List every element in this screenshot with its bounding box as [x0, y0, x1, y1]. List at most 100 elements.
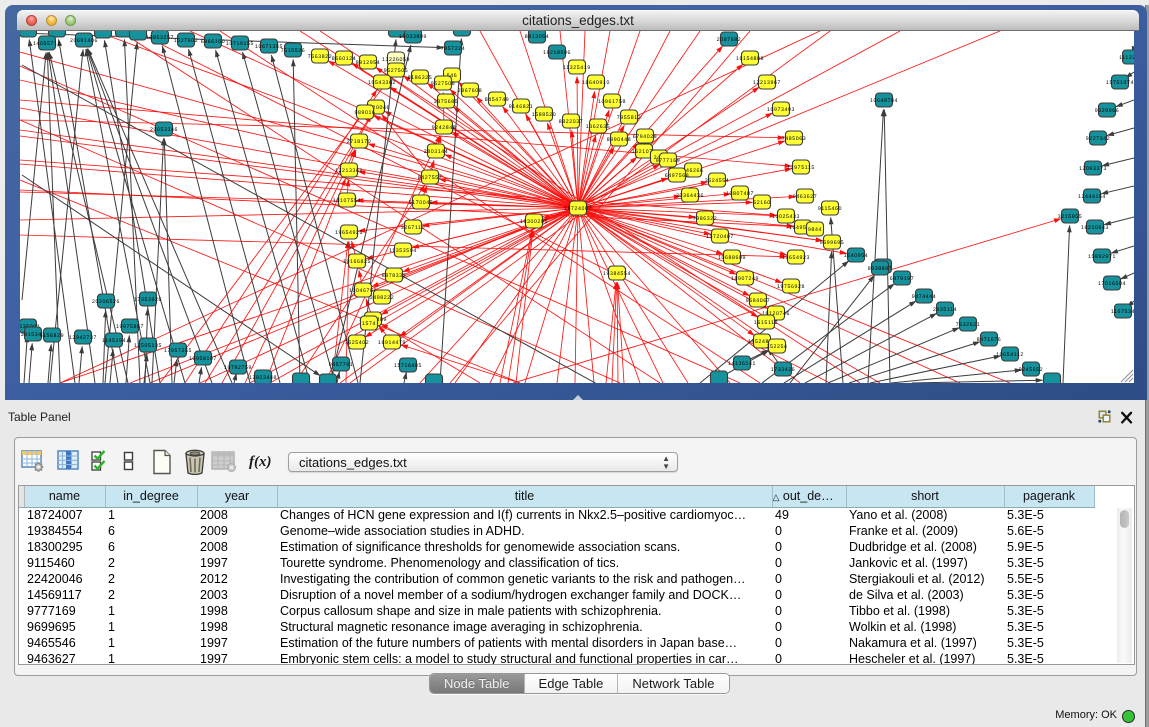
edge-red[interactable]: [578, 208, 594, 383]
table-row[interactable]: 1456911722003Disruption of a novel membe…: [19, 587, 1094, 603]
graph-node[interactable]: [293, 373, 310, 383]
edge-black[interactable]: [912, 380, 1043, 383]
function-builder-icon[interactable]: f(x): [249, 454, 272, 471]
graph-node[interactable]: 8471676: [977, 332, 1002, 346]
graph-node[interactable]: 7625402: [345, 335, 370, 349]
edge-black[interactable]: [404, 372, 406, 383]
edge-black[interactable]: [868, 109, 883, 383]
edge-black[interactable]: [1102, 158, 1134, 166]
graph-node[interactable]: 1167534: [1111, 304, 1134, 318]
graph-node[interactable]: 252254: [766, 339, 787, 353]
edge-black[interactable]: [805, 313, 937, 383]
edge-black[interactable]: [884, 109, 890, 383]
graph-node[interactable]: 1733426: [771, 362, 796, 376]
graph-node[interactable]: 19654923: [782, 250, 810, 264]
graph-node[interactable]: 10958107: [189, 351, 217, 365]
edge-red[interactable]: [578, 208, 688, 383]
table-row[interactable]: 946362711997Embryonic stem cells: a mode…: [19, 651, 1094, 665]
window-titlebar[interactable]: citations_edges.txt: [17, 10, 1139, 31]
graph-node[interactable]: 10961758: [598, 94, 626, 108]
graph-node[interactable]: 8822037: [559, 114, 584, 128]
graph-node[interactable]: 19218506: [543, 45, 571, 59]
table-row[interactable]: 969969511998Structural magnetic resonanc…: [19, 619, 1094, 635]
graph-node[interactable]: 7955812: [617, 110, 642, 124]
edge-red[interactable]: [265, 179, 346, 383]
edge-red[interactable]: [20, 136, 578, 208]
graph-node[interactable]: 11325419: [563, 60, 591, 74]
edge-black[interactable]: [1063, 225, 1070, 383]
graph-node[interactable]: 9242848: [432, 120, 457, 134]
edge-red[interactable]: [135, 31, 830, 383]
graph-node[interactable]: 12213967: [753, 75, 781, 89]
graph-node[interactable]: 1527602: [174, 33, 199, 47]
close-panel-icon[interactable]: [1120, 411, 1133, 424]
table-settings-icon[interactable]: [21, 449, 47, 477]
edge-black[interactable]: [330, 45, 411, 383]
edge-red[interactable]: [220, 31, 760, 383]
graph-node[interactable]: 3498222: [370, 290, 395, 304]
edge-black[interactable]: [826, 251, 832, 383]
graph-node[interactable]: 62160: [753, 195, 771, 209]
graph-node[interactable]: 1588520: [532, 107, 557, 121]
graph-node[interactable]: 9115460: [818, 201, 842, 215]
graph-node[interactable]: 7986322: [693, 211, 718, 225]
graph-node[interactable]: [1044, 373, 1061, 383]
edge-black[interactable]: [784, 301, 916, 383]
graph-node[interactable]: 2867608: [458, 83, 483, 97]
graph-node[interactable]: 16210643: [1081, 220, 1109, 234]
graph-node[interactable]: 15751074: [1106, 75, 1134, 89]
graph-node[interactable]: 17353926: [134, 292, 162, 306]
graph-node[interactable]: 8990448: [607, 132, 632, 146]
edge-red[interactable]: [577, 76, 578, 208]
graph-node[interactable]: 15892971: [1088, 249, 1116, 263]
graph-node[interactable]: 10688609: [718, 250, 746, 264]
edge-black[interactable]: [1111, 246, 1134, 253]
graph-node[interactable]: 18640910: [582, 75, 610, 89]
tab-edge-table[interactable]: Edge Table: [525, 674, 619, 693]
graph-node[interactable]: 9699695: [820, 235, 845, 249]
edge-red[interactable]: [516, 230, 533, 383]
graph-node[interactable]: 6966160: [201, 34, 226, 48]
graph-node[interactable]: 3875685: [434, 94, 459, 108]
graph-node[interactable]: 9245652: [1019, 362, 1044, 376]
graph-node[interactable]: 1640954: [844, 248, 869, 262]
table-row[interactable]: 1938455462009Genome–wide association stu…: [19, 523, 1094, 539]
graph-node[interactable]: 8912954: [356, 55, 381, 69]
select-rows-icon[interactable]: [91, 449, 117, 477]
column-header-indegree[interactable]: in_degree: [105, 486, 197, 507]
graph-node[interactable]: 11353594: [389, 243, 417, 257]
graph-node[interactable]: 9227342: [1086, 131, 1111, 145]
edge-black[interactable]: [1107, 128, 1134, 135]
graph-node[interactable]: 7857224: [441, 41, 466, 55]
float-window-icon[interactable]: [1098, 410, 1111, 423]
graph-node[interactable]: 9684067: [746, 293, 771, 307]
graph-node[interactable]: [95, 31, 112, 38]
graph-node[interactable]: 19654925: [335, 225, 363, 239]
column-header-outde[interactable]: △ out_de…: [772, 486, 846, 507]
edge-red[interactable]: [618, 282, 624, 383]
edge-black[interactable]: [337, 372, 339, 383]
graph-node[interactable]: 12975115: [787, 160, 815, 174]
graph-node[interactable]: 9844: [807, 222, 824, 236]
edge-black[interactable]: [1104, 217, 1134, 225]
import-table-disabled-icon[interactable]: [211, 449, 237, 477]
graph-node[interactable]: 1362635: [586, 119, 611, 133]
edge-red[interactable]: [578, 208, 794, 226]
graph-node[interactable]: 9329966: [1095, 103, 1120, 117]
vertical-scrollbar[interactable]: [1117, 508, 1132, 663]
graph-node[interactable]: 10853257: [146, 31, 174, 44]
graph-node[interactable]: 2803144: [424, 144, 449, 158]
graph-node[interactable]: 10648784: [870, 93, 898, 107]
graph-node[interactable]: [426, 374, 443, 383]
graph-node[interactable]: 9146821: [509, 99, 534, 113]
graph-node[interactable]: 2087682: [717, 32, 742, 46]
column-header-title[interactable]: title: [277, 486, 772, 507]
edge-black[interactable]: [24, 335, 27, 383]
graph-node[interactable]: 9527508: [431, 76, 456, 90]
node-table-grid[interactable]: namein_degreeyeartitle△ out_de…shortpage…: [19, 486, 1095, 665]
graph-node[interactable]: [130, 31, 147, 40]
scrollbar-thumb[interactable]: [1120, 510, 1129, 528]
graph-node[interactable]: 20206526: [92, 294, 120, 308]
network-graph[interactable]: 1405571220691406108532571527602696616010…: [20, 31, 1134, 383]
graph-node[interactable]: 6497568: [665, 168, 690, 182]
